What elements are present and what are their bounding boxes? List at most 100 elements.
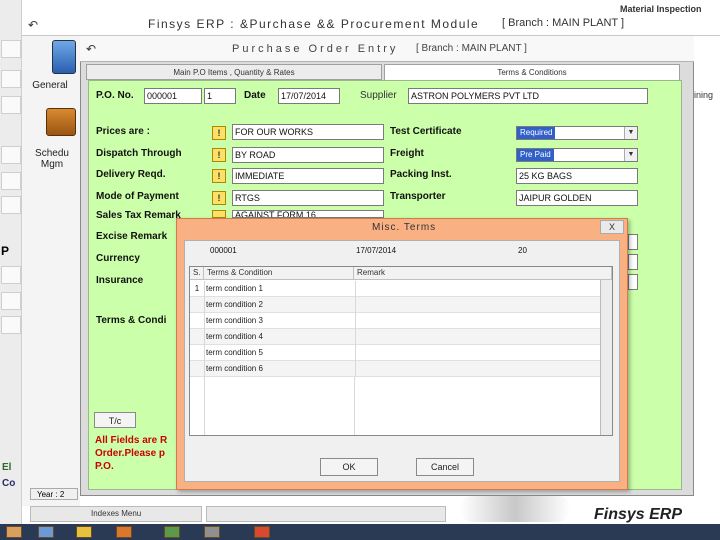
table-row[interactable]: 1 term condition 1 <box>190 281 600 297</box>
table-row[interactable]: term condition 5 <box>190 345 600 361</box>
supplier-field[interactable]: ASTRON POLYMERS PVT LTD <box>408 88 648 104</box>
row-remark[interactable] <box>354 345 600 361</box>
dialog-title: Misc. Terms <box>372 222 437 233</box>
row-remark[interactable] <box>354 281 600 297</box>
prices-field[interactable]: FOR OUR WORKS <box>232 124 384 140</box>
grid-divider <box>204 377 205 435</box>
notice-line-1: All Fields are R <box>95 435 168 446</box>
table-row[interactable]: term condition 3 <box>190 313 600 329</box>
dialog-date: 17/07/2014 <box>356 246 397 255</box>
table-row[interactable]: term condition 2 <box>190 297 600 313</box>
row-term[interactable]: term condition 5 <box>204 345 356 361</box>
delivery-field[interactable]: IMMEDIATE <box>232 168 384 184</box>
currency-right-field[interactable] <box>628 254 638 270</box>
terms-label: Terms & Condi <box>96 315 167 326</box>
browser-icon[interactable] <box>76 526 92 538</box>
briefcase-icon[interactable] <box>46 108 76 136</box>
row-remark[interactable] <box>354 313 600 329</box>
grid-header-terms: Terms & Condition <box>204 267 354 280</box>
delivery-label: Delivery Reqd. <box>96 169 166 180</box>
decorative-banner <box>460 496 570 522</box>
notice-line-3: P.O. <box>95 461 114 472</box>
freight-select[interactable]: Pre Paid ▼ <box>516 148 638 162</box>
back-arrow-icon[interactable]: ↶ <box>86 42 96 56</box>
module-icon-panel <box>22 36 80 506</box>
freight-label: Freight <box>390 148 424 159</box>
excise-label: Excise Remark <box>96 231 168 242</box>
ok-button[interactable]: OK <box>320 458 378 476</box>
row-term[interactable]: term condition 2 <box>204 297 356 313</box>
app-icon[interactable] <box>204 526 220 538</box>
outer-left-tile[interactable] <box>1 96 21 114</box>
warning-icon[interactable]: ! <box>212 169 226 183</box>
test-certificate-label: Test Certificate <box>390 126 462 137</box>
dropdown-arrow-icon[interactable]: ▼ <box>624 127 637 139</box>
outer-left-tile[interactable] <box>1 40 21 58</box>
outer-right-label: Material Inspection <box>620 4 702 14</box>
excise-right-field[interactable] <box>628 234 638 250</box>
indexes-menu-bar[interactable]: Indexes Menu <box>30 506 202 522</box>
row-term[interactable]: term condition 3 <box>204 313 356 329</box>
warning-icon[interactable]: ! <box>212 148 226 162</box>
app-icon[interactable] <box>164 526 180 538</box>
tab-main-po-items[interactable]: Main P.O Items , Quantity & Rates <box>86 64 382 80</box>
date-field[interactable]: 17/07/2014 <box>278 88 340 104</box>
schedule-icon-label[interactable]: Schedu Mgm <box>32 148 72 170</box>
blue-figure-icon[interactable] <box>52 40 76 74</box>
table-row[interactable]: term condition 6 <box>190 361 600 377</box>
start-icon[interactable] <box>6 526 22 538</box>
insurance-right-field[interactable] <box>628 274 638 290</box>
row-remark[interactable] <box>354 297 600 313</box>
transporter-field[interactable]: JAIPUR GOLDEN <box>516 190 638 206</box>
warning-icon[interactable] <box>212 210 226 218</box>
po-no-field[interactable]: 000001 <box>144 88 202 104</box>
year-tab[interactable]: Year : 2 <box>30 488 78 500</box>
payment-mode-field[interactable]: RTGS <box>232 190 384 206</box>
po-suffix-field[interactable]: 1 <box>204 88 236 104</box>
general-icon-label[interactable]: General <box>22 80 78 91</box>
outer-window-title: Finsys ERP : &Purchase && Procurement Mo… <box>148 17 480 31</box>
outer-left-tile[interactable] <box>1 316 21 334</box>
outer-left-tile[interactable] <box>1 292 21 310</box>
grid-header-remark: Remark <box>354 267 612 280</box>
app-icon[interactable] <box>116 526 132 538</box>
grid-divider <box>354 377 355 435</box>
dialog-po-no: 000001 <box>210 246 237 255</box>
packing-field[interactable]: 25 KG BAGS <box>516 168 638 184</box>
grid-scrollbar[interactable] <box>600 280 612 435</box>
sales-tax-field[interactable]: AGAINST FORM 16 <box>232 210 384 218</box>
tab-terms-conditions[interactable]: Terms & Conditions <box>384 64 680 80</box>
outer-left-tile[interactable] <box>1 196 21 214</box>
outer-left-tile[interactable] <box>1 146 21 164</box>
warning-icon[interactable]: ! <box>212 191 226 205</box>
explorer-icon[interactable] <box>38 526 54 538</box>
dispatch-field[interactable]: BY ROAD <box>232 147 384 163</box>
row-term[interactable]: term condition 4 <box>204 329 356 345</box>
dialog-code: 20 <box>518 246 527 255</box>
date-label: Date <box>244 90 266 101</box>
dropdown-arrow-icon[interactable]: ▼ <box>624 149 637 161</box>
row-sno: 1 <box>190 281 205 297</box>
payment-mode-label: Mode of Payment <box>96 191 179 202</box>
outer-left-tile[interactable] <box>1 266 21 284</box>
finsys-logo: Finsys ERP <box>594 506 683 523</box>
row-remark[interactable] <box>354 361 600 377</box>
table-row[interactable]: term condition 4 <box>190 329 600 345</box>
close-icon[interactable]: X <box>600 220 624 234</box>
currency-label: Currency <box>96 253 140 264</box>
row-term[interactable]: term condition 6 <box>204 361 356 377</box>
back-arrow-icon[interactable]: ↶ <box>28 18 38 32</box>
warning-icon[interactable]: ! <box>212 126 226 140</box>
insurance-label: Insurance <box>96 275 144 286</box>
outer-left-strip: P El Co <box>0 0 22 540</box>
row-term[interactable]: term condition 1 <box>204 281 356 297</box>
indexes-menu-label: Indexes Menu <box>91 509 142 518</box>
row-remark[interactable] <box>354 329 600 345</box>
test-certificate-select[interactable]: Required ▼ <box>516 126 638 140</box>
outer-left-tile[interactable] <box>1 70 21 88</box>
cancel-button[interactable]: Cancel <box>416 458 474 476</box>
outer-left-letter: Co <box>2 478 16 489</box>
outer-left-tile[interactable] <box>1 172 21 190</box>
terms-button[interactable]: T/c <box>94 412 136 428</box>
app-icon[interactable] <box>254 526 270 538</box>
